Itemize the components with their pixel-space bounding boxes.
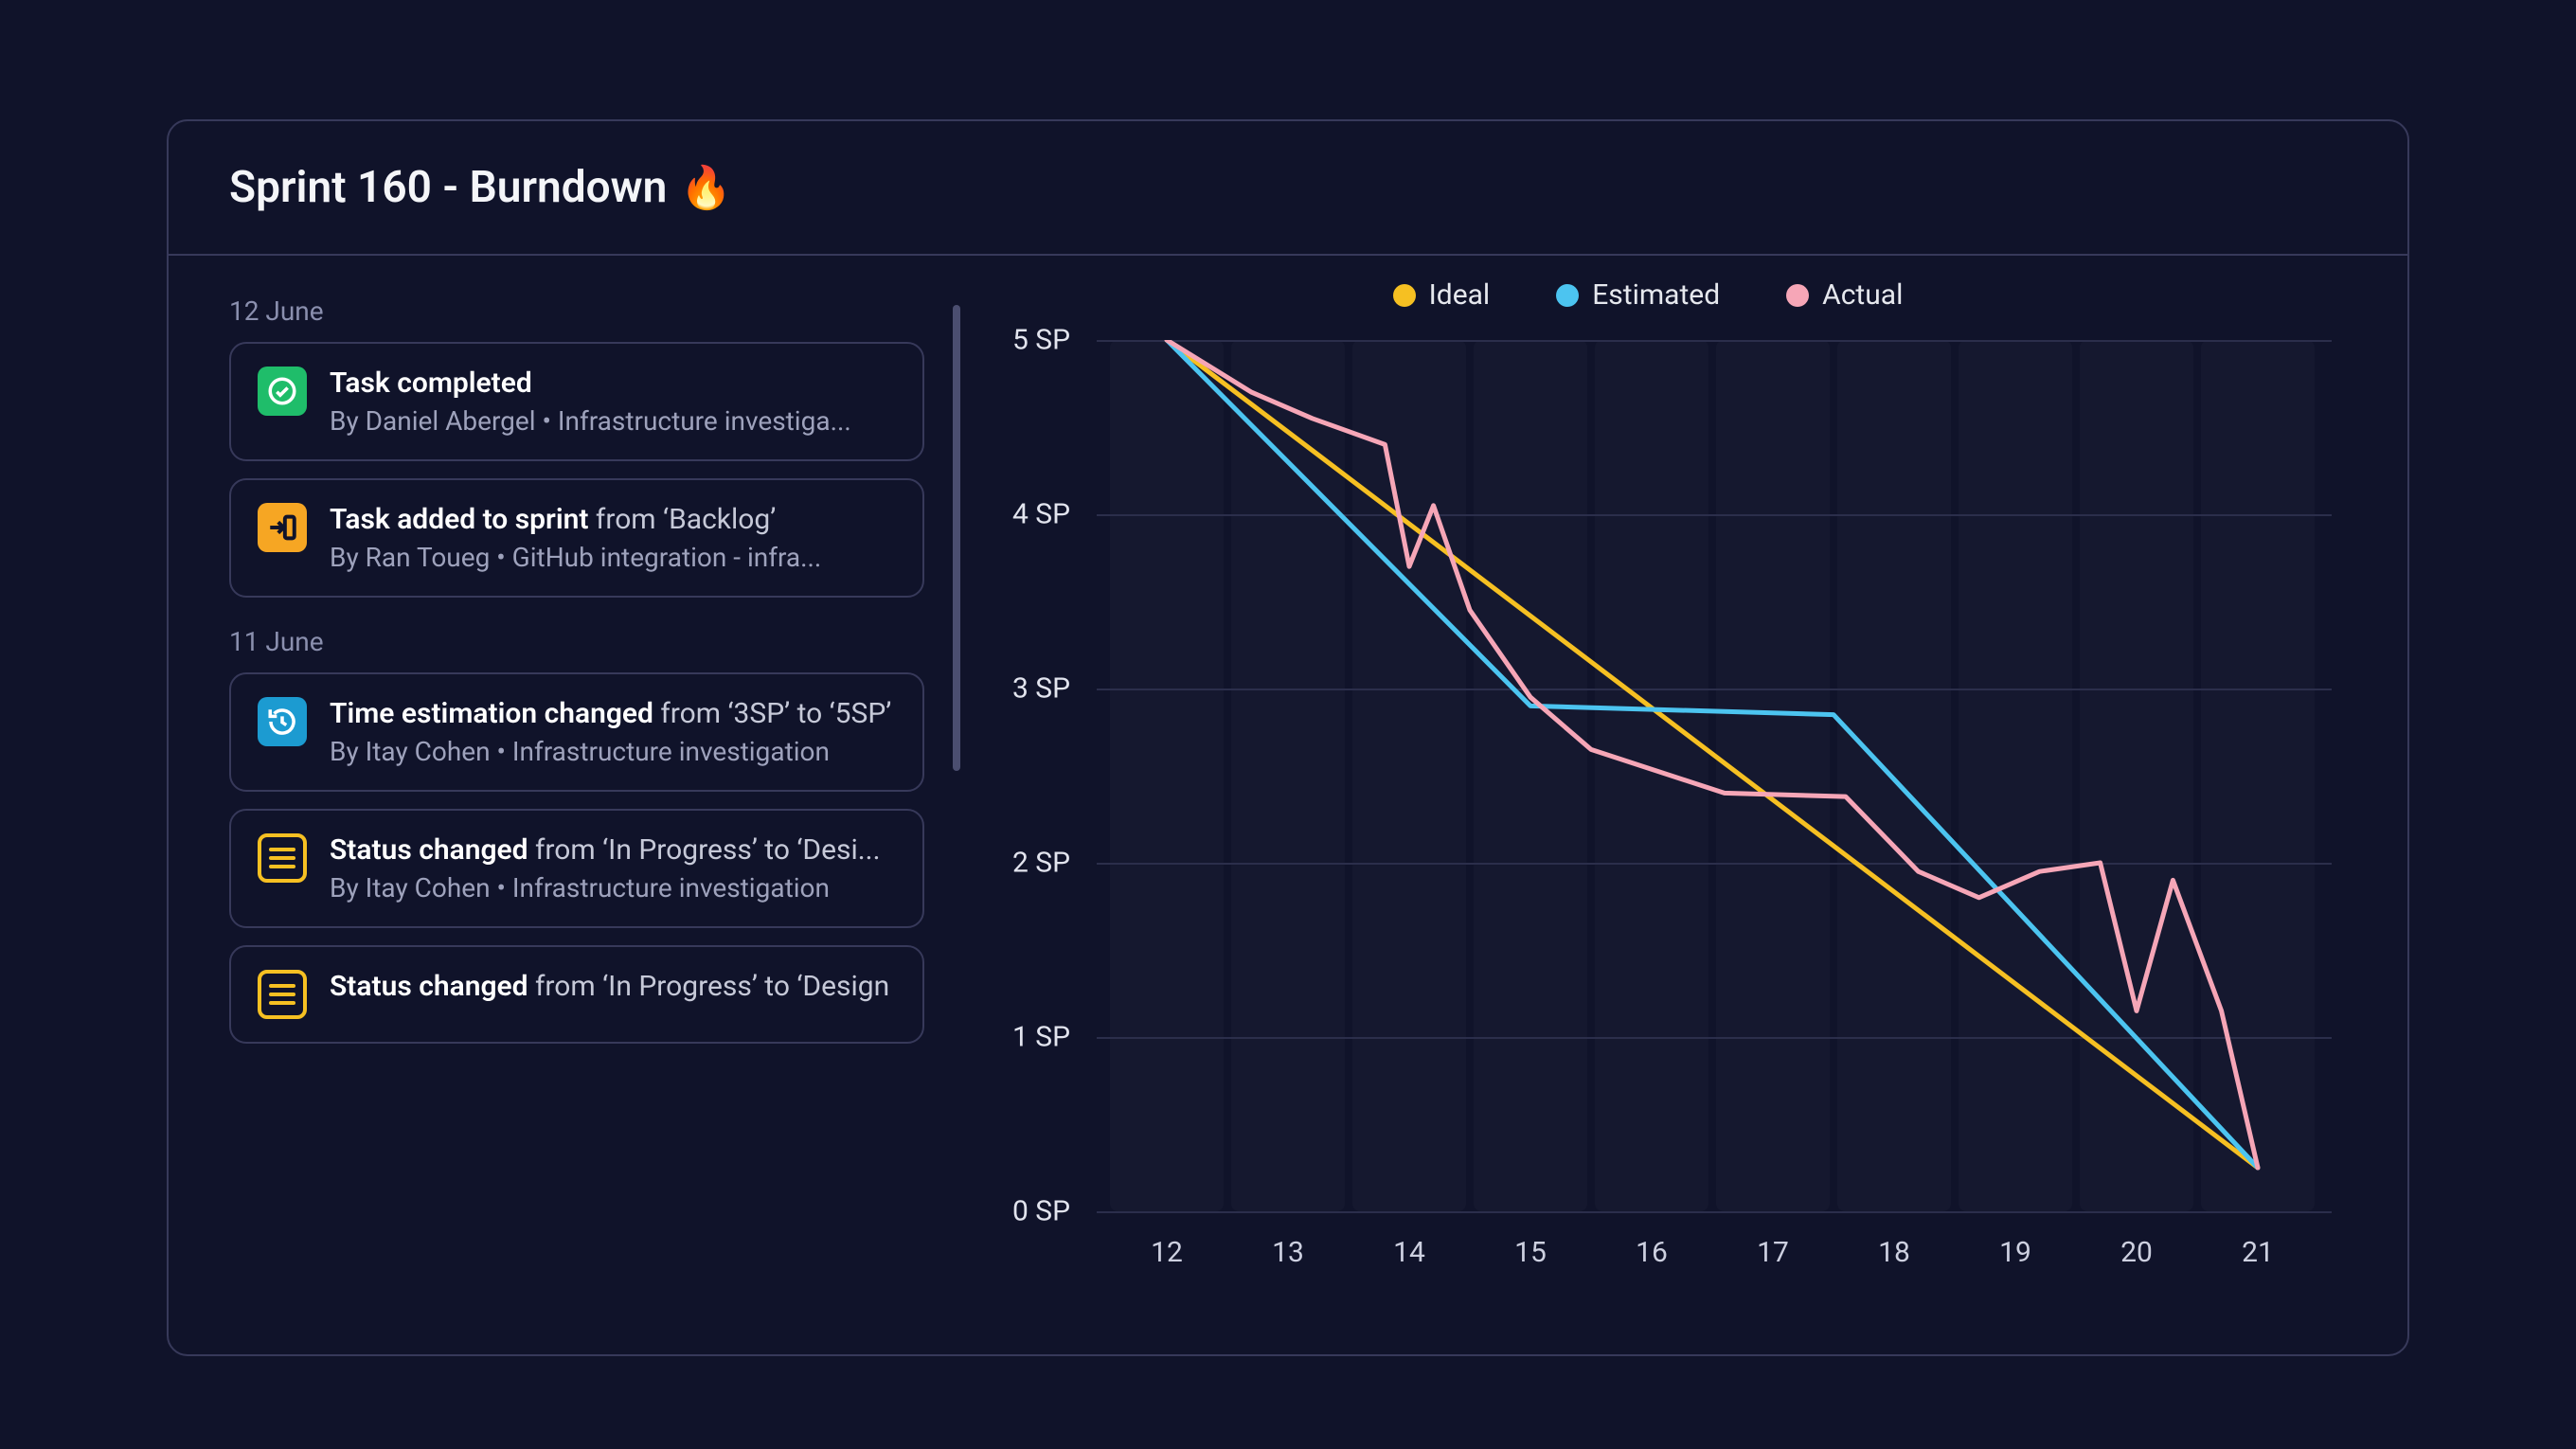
chart-xtick: 21 (2242, 1236, 2274, 1269)
feed-card-byline: By Itay Cohen • Infrastructure investiga… (330, 736, 896, 767)
fire-icon: 🔥 (680, 163, 732, 212)
legend-label-actual: Actual (1822, 278, 1903, 312)
feed-card-byline: By Ran Toueg • GitHub integration - infr… (330, 542, 896, 573)
panel-header: Sprint 160 - Burndown 🔥 (169, 121, 2407, 256)
chart-plot-area: 12 13 14 15 16 17 18 19 20 21 (1097, 340, 2332, 1354)
chart-legend: Ideal Estimated Actual (964, 278, 2332, 312)
chart-yaxis: 5 SP4 SP3 SP2 SP1 SP0 SP (964, 340, 1097, 1354)
chart-xtick: 14 (1393, 1236, 1425, 1269)
chart-ytick: 1 SP (1012, 1021, 1070, 1054)
feed-card-byline: By Daniel Abergel • Infrastructure inves… (330, 405, 896, 437)
burndown-panel: Sprint 160 - Burndown 🔥 12 June Task comp… (167, 119, 2409, 1356)
feed-card-title: Status changed from ‘In Progress’ to ‘De… (330, 833, 896, 867)
feed-card[interactable]: Task completed By Daniel Abergel • Infras… (229, 342, 924, 461)
chart-ytick: 2 SP (1012, 847, 1070, 880)
chart-ytick: 3 SP (1012, 672, 1070, 706)
chart-series-ideal (1167, 340, 2258, 1168)
feed-scrollbar[interactable] (953, 305, 960, 771)
legend-label-estimated: Estimated (1592, 278, 1720, 312)
chart-xtick: 19 (1999, 1236, 2031, 1269)
feed-card[interactable]: Time estimation changed from ‘3SP’ to ‘5… (229, 672, 924, 792)
feed-date-label: 11 June (229, 626, 924, 657)
feed-card-title: Task added to sprint from ‘Backlog’ (330, 503, 896, 536)
chart-xtick: 13 (1272, 1236, 1304, 1269)
feed-card-title: Task completed (330, 367, 896, 400)
chart-xtick: 17 (1757, 1236, 1789, 1269)
arrow-into-box-icon (258, 503, 307, 552)
list-lines-icon (258, 970, 307, 1019)
legend-swatch-ideal (1393, 284, 1416, 307)
chart-xtick: 12 (1151, 1236, 1183, 1269)
chart-xtick: 20 (2120, 1236, 2153, 1269)
legend-swatch-estimated (1556, 284, 1579, 307)
chart-xtick: 15 (1514, 1236, 1547, 1269)
list-lines-icon (258, 833, 307, 883)
feed-card-byline: By Itay Cohen • Infrastructure investiga… (330, 872, 896, 903)
chart-ytick: 0 SP (1012, 1195, 1070, 1228)
chart-xtick: 16 (1636, 1236, 1668, 1269)
legend-label-ideal: Ideal (1429, 278, 1491, 312)
chart-xtick: 18 (1878, 1236, 1910, 1269)
clock-history-icon (258, 697, 307, 746)
legend-swatch-actual (1786, 284, 1809, 307)
feed-date-label: 12 June (229, 295, 924, 327)
panel-title: Sprint 160 - Burndown (229, 162, 667, 213)
feed-card[interactable]: Task added to sprint from ‘Backlog’ By Ra… (229, 478, 924, 598)
feed-card[interactable]: Status changed from ‘In Progress’ to ‘De… (229, 945, 924, 1044)
chart-ytick: 5 SP (1012, 324, 1070, 357)
feed-card-title: Time estimation changed from ‘3SP’ to ‘5… (330, 697, 896, 730)
check-circle-icon (258, 367, 307, 416)
chart-ytick: 4 SP (1012, 498, 1070, 531)
legend-ideal: Ideal (1393, 278, 1491, 312)
legend-actual: Actual (1786, 278, 1903, 312)
burndown-chart: Ideal Estimated Actual 5 SP 4 SP 3 SP 2 SP 1… (964, 256, 2407, 1354)
feed-card-title: Status changed from ‘In Progress’ to ‘De… (330, 970, 896, 1003)
feed-card[interactable]: Status changed from ‘In Progress’ to ‘De… (229, 809, 924, 928)
activity-feed: 12 June Task completed By Daniel Abergel •… (169, 256, 964, 1354)
legend-estimated: Estimated (1556, 278, 1720, 312)
